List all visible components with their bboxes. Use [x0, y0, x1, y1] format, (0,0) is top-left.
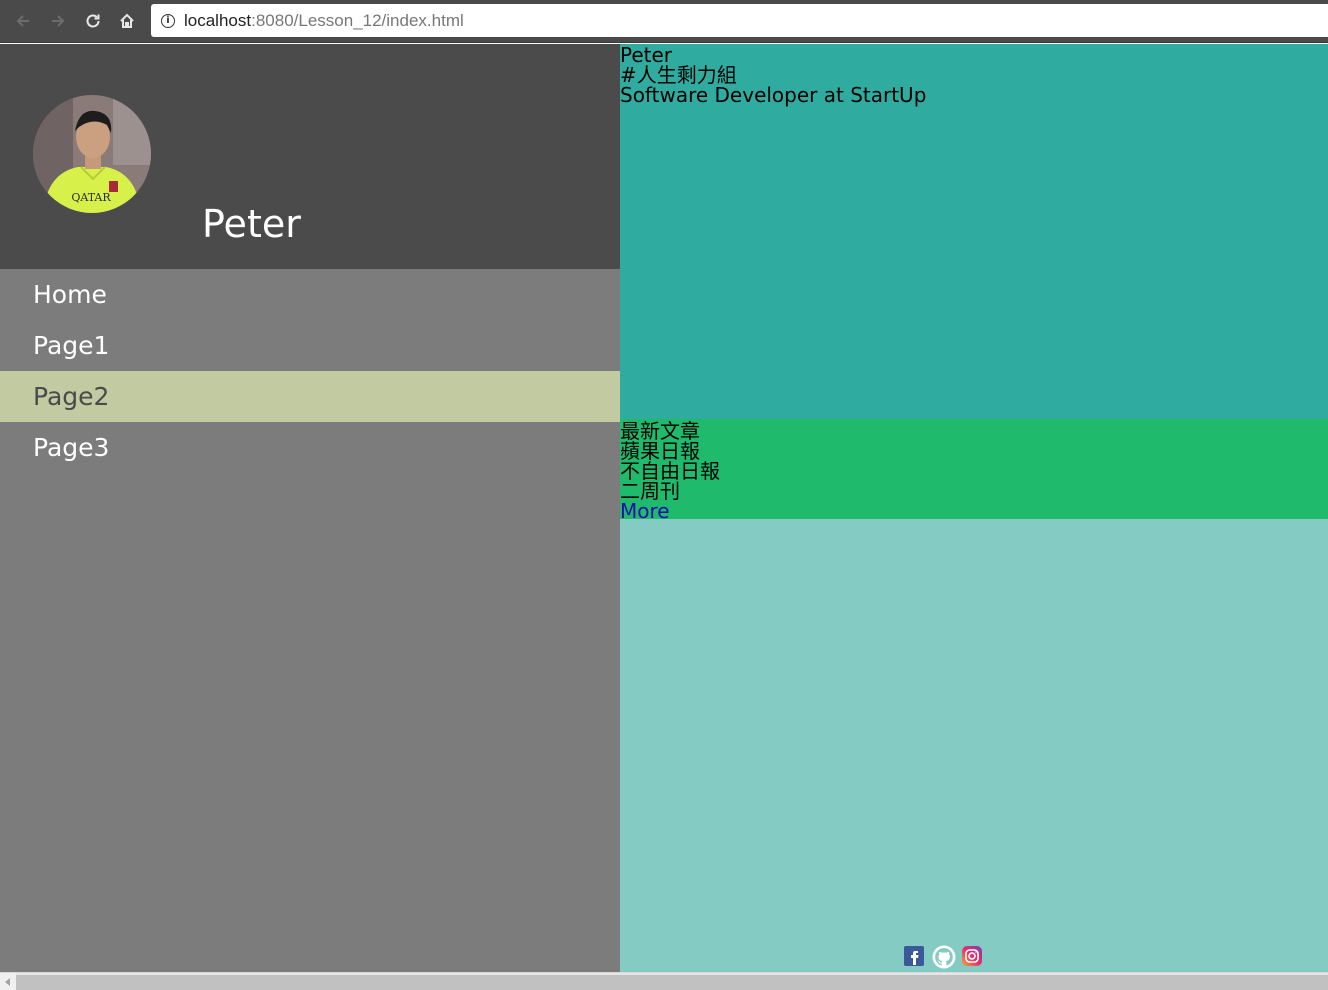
news-item: 二周刊	[620, 479, 680, 503]
footer-section	[620, 519, 1328, 972]
main-content: Peter #人生剩力組 Software Developer at Start…	[620, 44, 1328, 972]
facebook-icon[interactable]	[903, 945, 925, 967]
back-arrow-icon[interactable]	[10, 8, 36, 34]
intro-tag: #人生剩力組	[620, 63, 737, 87]
menu-item-page2[interactable]: Page2	[0, 371, 620, 422]
home-icon[interactable]	[114, 8, 140, 34]
url-path: :8080/Lesson_12/index.html	[251, 10, 464, 30]
menu-item-page3[interactable]: Page3	[0, 422, 620, 473]
scroll-left-icon[interactable]	[0, 973, 16, 990]
nav-menu: Home Page1 Page2 Page3	[0, 269, 620, 473]
intro-name: Peter	[620, 43, 673, 67]
social-links	[903, 945, 983, 969]
news-heading: 最新文章	[620, 419, 700, 443]
browser-toolbar: i localhost:8080/Lesson_12/index.html	[0, 0, 1328, 43]
scrollbar-thumb[interactable]	[16, 975, 1328, 990]
news-item: 不自由日報	[620, 459, 720, 483]
svg-text:QATAR: QATAR	[71, 191, 111, 204]
menu-item-page1[interactable]: Page1	[0, 320, 620, 371]
horizontal-scrollbar[interactable]	[0, 972, 1328, 990]
info-icon[interactable]: i	[161, 13, 175, 28]
profile-name: Peter	[202, 202, 301, 246]
intro-section: Peter #人生剩力組 Software Developer at Start…	[620, 44, 1328, 419]
url-host: localhost	[184, 10, 252, 30]
avatar: QATAR	[33, 95, 151, 213]
news-item: 蘋果日報	[620, 439, 700, 463]
profile-header: QATAR Peter	[0, 44, 620, 269]
forward-arrow-icon[interactable]	[45, 8, 71, 34]
news-section: 最新文章 蘋果日報 不自由日報 二周刊 More	[620, 419, 1328, 521]
menu-item-home[interactable]: Home	[0, 269, 620, 320]
instagram-icon[interactable]	[961, 945, 983, 967]
address-bar[interactable]: i localhost:8080/Lesson_12/index.html	[151, 4, 1328, 37]
github-icon[interactable]	[932, 945, 956, 969]
sidebar: QATAR Peter Home Page1 Page2 Page3	[0, 44, 620, 972]
intro-job: Software Developer at StartUp	[620, 83, 927, 107]
reload-icon[interactable]	[80, 8, 106, 34]
